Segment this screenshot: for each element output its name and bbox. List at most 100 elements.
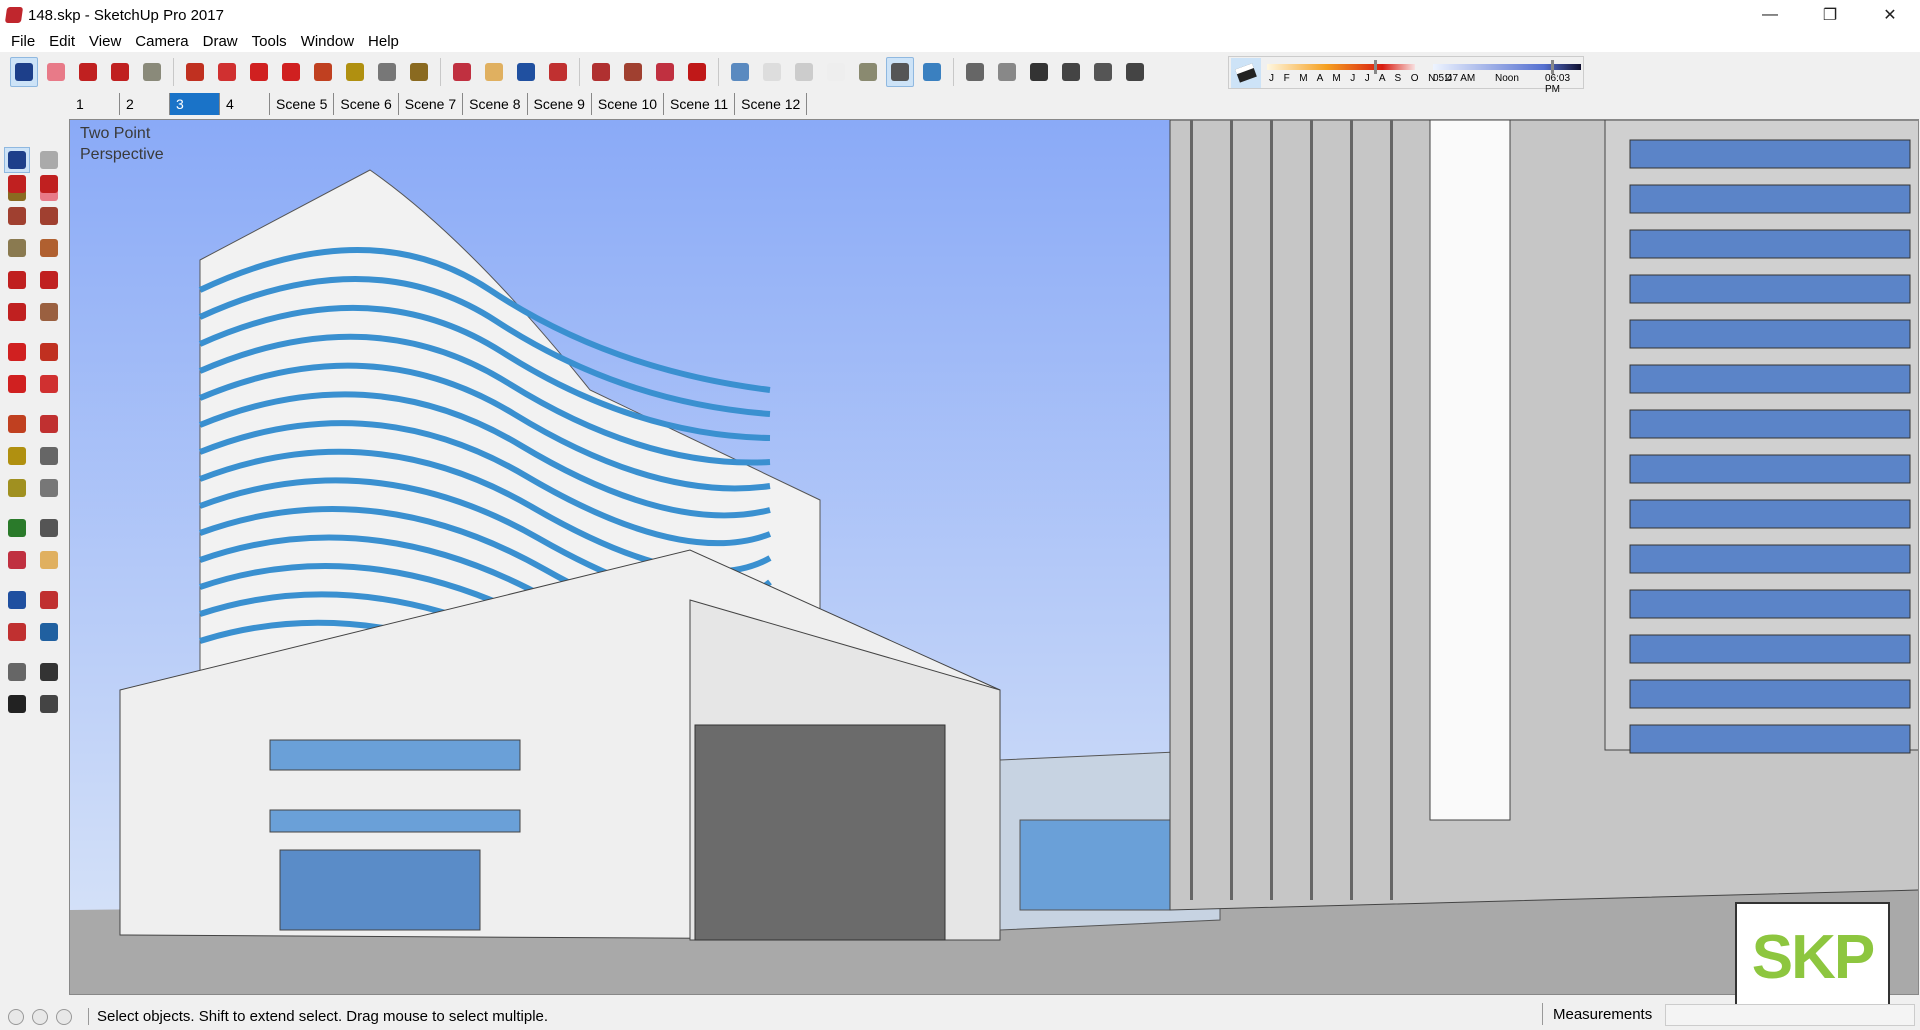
- scene-tab-scene-6[interactable]: Scene 6: [334, 93, 399, 115]
- month-slider-thumb[interactable]: [1373, 59, 1377, 74]
- top-view-button[interactable]: [993, 57, 1021, 87]
- arc-button[interactable]: [106, 57, 134, 87]
- wireframe-button[interactable]: [790, 57, 818, 87]
- zoom-window-tool-button[interactable]: [36, 587, 62, 613]
- rectangle-button[interactable]: [138, 57, 166, 87]
- component-tool-button[interactable]: [36, 147, 62, 173]
- menu-draw[interactable]: Draw: [196, 33, 245, 50]
- right-view-button[interactable]: [1057, 57, 1085, 87]
- zoom-button[interactable]: [512, 57, 540, 87]
- menu-camera[interactable]: Camera: [128, 33, 195, 50]
- shaded-textures-button[interactable]: [886, 57, 914, 87]
- model-viewport[interactable]: Two Point Perspective: [69, 119, 1919, 995]
- menu-tools[interactable]: Tools: [245, 33, 294, 50]
- zoom-extents-button[interactable]: [544, 57, 572, 87]
- axes-tool-button[interactable]: [4, 515, 30, 541]
- extension-warehouse-button[interactable]: [619, 57, 647, 87]
- back-view-button[interactable]: [1089, 57, 1117, 87]
- three-point-arc-tool-button[interactable]: [4, 299, 30, 325]
- scene-tab-3[interactable]: 3: [170, 93, 220, 115]
- push-pull-tool-button[interactable]: [36, 339, 62, 365]
- time-slider[interactable]: 05:47 AM Noon 06:03 PM: [1433, 58, 1583, 95]
- scene-tab-scene-8[interactable]: Scene 8: [463, 93, 528, 115]
- scene-tab-1[interactable]: 1: [70, 93, 120, 115]
- shadows-toggle-button[interactable]: [1231, 57, 1261, 88]
- move-button[interactable]: [245, 57, 273, 87]
- protractor-tool-button[interactable]: [4, 475, 30, 501]
- front-view-button[interactable]: [1025, 57, 1053, 87]
- orbit-tool-button[interactable]: [4, 547, 30, 573]
- menu-edit[interactable]: Edit: [42, 33, 82, 50]
- rotate-button[interactable]: [277, 57, 305, 87]
- eraser-button[interactable]: [42, 57, 70, 87]
- rotate-tool-button[interactable]: [4, 371, 30, 397]
- select-tool-button[interactable]: [4, 147, 30, 173]
- look-around-tool-button[interactable]: [36, 659, 62, 685]
- offset-tool-button[interactable]: [36, 411, 62, 437]
- maximize-button[interactable]: ❐: [1800, 0, 1860, 30]
- credits-icon[interactable]: [32, 1008, 48, 1025]
- scale-tool-button[interactable]: [4, 411, 30, 437]
- menu-window[interactable]: Window: [294, 33, 361, 50]
- menu-help[interactable]: Help: [361, 33, 406, 50]
- pan-tool-button[interactable]: [36, 547, 62, 573]
- 3d-text-tool-button[interactable]: [36, 515, 62, 541]
- pie-tool-button[interactable]: [36, 299, 62, 325]
- month-slider[interactable]: J F M A M J J A S O N D: [1267, 58, 1452, 88]
- geo-location-icon[interactable]: [8, 1008, 24, 1025]
- pan-button[interactable]: [480, 57, 508, 87]
- zoom-tool-button[interactable]: [4, 587, 30, 613]
- select-button[interactable]: [10, 57, 38, 87]
- tape-measure-button[interactable]: [341, 57, 369, 87]
- walk-tool-button[interactable]: [4, 691, 30, 717]
- section-plane-tool-button[interactable]: [36, 691, 62, 717]
- scale-button[interactable]: [309, 57, 337, 87]
- scene-tab-scene-12[interactable]: Scene 12: [735, 93, 808, 115]
- monochrome-button[interactable]: [918, 57, 946, 87]
- zoom-extents-tool-button[interactable]: [4, 619, 30, 645]
- position-camera-tool-button[interactable]: [4, 659, 30, 685]
- scene-tab-scene-7[interactable]: Scene 7: [399, 93, 464, 115]
- text-tool-button[interactable]: [36, 475, 62, 501]
- orbit-button[interactable]: [448, 57, 476, 87]
- scene-tab-scene-11[interactable]: Scene 11: [664, 93, 736, 115]
- measurements-input[interactable]: [1665, 1004, 1915, 1026]
- rotated-rectangle-tool-button[interactable]: [36, 203, 62, 229]
- follow-me-button[interactable]: [213, 57, 241, 87]
- previous-view-tool-button[interactable]: [36, 619, 62, 645]
- minimize-button[interactable]: —: [1740, 0, 1800, 30]
- menu-file[interactable]: File: [4, 33, 42, 50]
- xray-button[interactable]: [726, 57, 754, 87]
- line-tool-button[interactable]: [4, 171, 30, 197]
- layout-button[interactable]: [651, 57, 679, 87]
- menu-view[interactable]: View: [82, 33, 128, 50]
- freehand-tool-button[interactable]: [36, 171, 62, 197]
- close-button[interactable]: ✕: [1860, 0, 1920, 30]
- scene-tab-4[interactable]: 4: [220, 93, 270, 115]
- push-pull-button[interactable]: [181, 57, 209, 87]
- paint-bucket-button[interactable]: [405, 57, 433, 87]
- rectangle-tool-button[interactable]: [4, 203, 30, 229]
- polygon-tool-button[interactable]: [36, 235, 62, 261]
- back-edges-button[interactable]: [758, 57, 786, 87]
- scene-tab-scene-5[interactable]: Scene 5: [270, 93, 335, 115]
- circle-tool-button[interactable]: [4, 235, 30, 261]
- hidden-line-button[interactable]: [822, 57, 850, 87]
- arc-tool-button[interactable]: [4, 267, 30, 293]
- pencil-button[interactable]: [74, 57, 102, 87]
- text-button[interactable]: [373, 57, 401, 87]
- user-account-icon[interactable]: [56, 1008, 72, 1025]
- dimension-tool-button[interactable]: [36, 443, 62, 469]
- shaded-button[interactable]: [854, 57, 882, 87]
- iso-view-button[interactable]: [961, 57, 989, 87]
- two-point-arc-tool-button[interactable]: [36, 267, 62, 293]
- scene-tab-2[interactable]: 2: [120, 93, 170, 115]
- move-tool-button[interactable]: [4, 339, 30, 365]
- scene-tab-scene-10[interactable]: Scene 10: [592, 93, 665, 115]
- follow-me-tool-button[interactable]: [36, 371, 62, 397]
- time-slider-thumb[interactable]: [1551, 59, 1555, 74]
- tape-measure-tool-button[interactable]: [4, 443, 30, 469]
- warehouse-button[interactable]: [587, 57, 615, 87]
- scene-tab-scene-9[interactable]: Scene 9: [528, 93, 592, 115]
- ruby-button[interactable]: [683, 57, 711, 87]
